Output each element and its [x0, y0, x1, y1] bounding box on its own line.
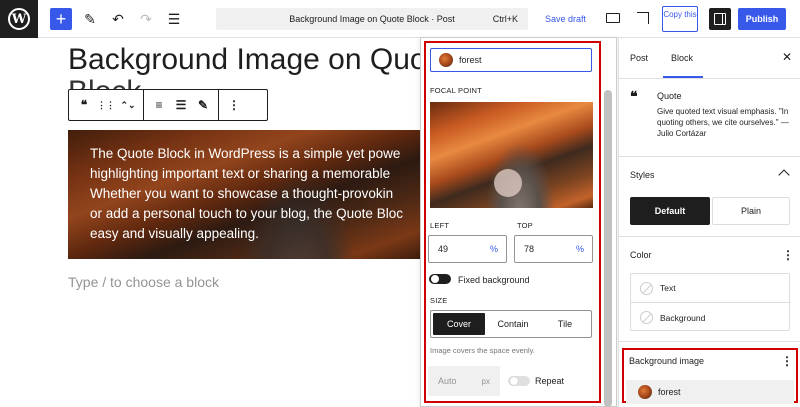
keyboard-shortcut: Ctrl+K	[492, 14, 518, 24]
wordpress-icon: W	[8, 8, 30, 30]
close-icon[interactable]: ✕	[782, 50, 792, 64]
size-tile-option[interactable]: Tile	[539, 311, 591, 337]
block-toolbar: ❝ ⋮⋮ ⌃⌄ ≡ ☰ ✎ ⋮	[68, 89, 268, 121]
toggle-knob	[431, 275, 439, 283]
size-options: Cover Contain Tile	[430, 310, 592, 338]
forest-thumbnail	[638, 385, 652, 399]
quote-line: The Quote Block in WordPress is a simple…	[90, 146, 401, 161]
quote-line: highlighting important text or sharing a…	[90, 166, 391, 181]
quote-block[interactable]: The Quote Block in WordPress is a simple…	[68, 130, 428, 259]
left-input[interactable]: 49 %	[428, 235, 507, 263]
block-name: Quote	[657, 91, 682, 101]
color-options-icon[interactable]: ⋮	[782, 249, 794, 261]
align-icon[interactable]: ≡	[148, 94, 170, 116]
wordpress-logo[interactable]: W	[0, 0, 38, 38]
color-title: Color	[630, 250, 652, 260]
top-unit[interactable]: %	[576, 244, 584, 254]
view-post-icon[interactable]	[637, 12, 649, 24]
size-contain-option[interactable]: Contain	[487, 311, 539, 337]
editor-screen: W + ✎ ↶ ↷ ☰ Background Image on Quote Bl…	[0, 0, 800, 407]
quote-line: easy and visually appealing.	[90, 226, 259, 241]
text-align-icon[interactable]: ☰	[170, 94, 192, 116]
add-block-button[interactable]: +	[50, 8, 72, 30]
color-settings-list: Text Background	[630, 273, 791, 332]
divider	[619, 156, 800, 157]
undo-icon[interactable]: ↶	[108, 8, 128, 30]
background-image-name: forest	[658, 387, 681, 397]
copy-this-button[interactable]: Copy this	[662, 6, 698, 32]
auto-value: Auto	[438, 376, 457, 386]
color-background-item[interactable]: Background	[631, 303, 791, 332]
empty-swatch-icon	[640, 281, 653, 295]
publish-button[interactable]: Publish	[738, 8, 786, 30]
size-auto-input[interactable]: Auto px	[428, 366, 500, 396]
style-default-button[interactable]: Default	[630, 197, 710, 225]
color-text-item[interactable]: Text	[631, 274, 791, 303]
auto-unit: px	[481, 376, 490, 386]
block-type-group: ❝ ⋮⋮ ⌃⌄	[69, 90, 144, 120]
background-image-options-icon[interactable]: ⋮	[781, 355, 793, 367]
size-label: SIZE	[430, 296, 448, 305]
top-input[interactable]: 78 %	[514, 235, 593, 263]
command-palette-bar[interactable]: Background Image on Quote Block · Post C…	[216, 8, 528, 30]
repeat-label: Repeat	[535, 376, 565, 386]
left-value: 49	[438, 244, 449, 254]
preview-desktop-icon[interactable]	[606, 13, 620, 23]
highlight-icon[interactable]: ✎	[192, 94, 214, 116]
sidebar-icon	[714, 13, 726, 25]
alignment-group: ≡ ☰ ✎	[144, 90, 219, 120]
divider	[619, 236, 800, 237]
move-up-down-icon[interactable]: ⌃⌄	[117, 94, 139, 116]
left-unit[interactable]: %	[490, 244, 498, 254]
top-toolbar: W + ✎ ↶ ↷ ☰ Background Image on Quote Bl…	[0, 0, 800, 38]
focal-point-handle[interactable]	[494, 169, 522, 197]
active-tab-indicator	[663, 76, 703, 78]
empty-swatch-icon	[640, 311, 653, 324]
left-label: LEFT	[430, 221, 450, 230]
toggle-knob	[510, 377, 518, 385]
save-draft-button[interactable]: Save draft	[545, 14, 586, 24]
sidebar-tabs: Post Block ✕	[619, 38, 800, 79]
more-options-icon[interactable]: ⋮	[223, 94, 245, 116]
background-image-item[interactable]: forest	[626, 380, 794, 404]
quote-line: or add a personal touch to your blog, th…	[90, 206, 403, 221]
styles-title[interactable]: Styles	[630, 170, 655, 180]
image-name: forest	[459, 55, 482, 65]
style-plain-button[interactable]: Plain	[712, 197, 790, 225]
color-background-label: Background	[660, 312, 706, 323]
divider	[619, 341, 800, 342]
tab-block[interactable]: Block	[671, 53, 693, 63]
block-placeholder[interactable]: Type / to choose a block	[68, 274, 219, 290]
top-value: 78	[524, 244, 535, 254]
quote-line: Whether you want to showcase a thought-p…	[90, 186, 394, 201]
size-cover-option[interactable]: Cover	[433, 313, 485, 335]
chevron-up-icon[interactable]	[778, 169, 790, 181]
drag-handle-icon[interactable]: ⋮⋮	[95, 94, 117, 116]
image-search-field[interactable]: forest	[430, 48, 592, 72]
fixed-background-toggle[interactable]	[429, 274, 451, 284]
settings-panel-toggle[interactable]	[709, 8, 731, 30]
quote-text[interactable]: The Quote Block in WordPress is a simple…	[90, 144, 428, 244]
quote-icon[interactable]: ❝	[73, 94, 95, 116]
tab-post[interactable]: Post	[630, 53, 648, 63]
forest-thumbnail	[439, 53, 453, 67]
focal-point-label: FOCAL POINT	[430, 86, 482, 95]
options-group: ⋮	[219, 90, 249, 120]
repeat-toggle[interactable]	[508, 376, 530, 386]
post-title[interactable]: Background Image on Quote	[68, 44, 452, 76]
size-help-text: Image covers the space evenly.	[430, 346, 535, 355]
quote-icon: ❝	[630, 88, 638, 104]
document-title: Background Image on Quote Block · Post	[289, 14, 455, 24]
redo-icon[interactable]: ↷	[136, 8, 156, 30]
color-text-label: Text	[660, 283, 676, 293]
top-label: TOP	[517, 221, 533, 230]
fixed-background-label: Fixed background	[458, 275, 530, 285]
pen-tool-icon[interactable]: ✎	[80, 8, 100, 30]
document-overview-icon[interactable]: ☰	[164, 8, 184, 30]
block-description: Give quoted text visual emphasis. "In qu…	[657, 107, 789, 138]
background-image-title: Background image	[629, 356, 705, 366]
popover-scrollbar[interactable]	[604, 90, 612, 407]
